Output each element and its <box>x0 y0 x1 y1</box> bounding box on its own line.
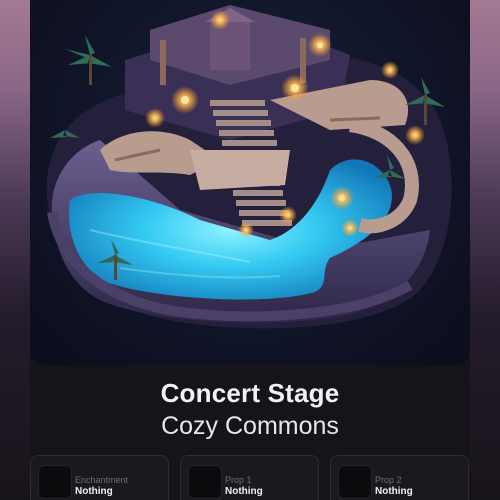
slot-value: Nothing <box>225 486 263 497</box>
island-stage-illustration <box>46 5 452 329</box>
slot-prop-2[interactable]: Prop 2 Nothing <box>330 455 469 500</box>
item-collection: Cozy Commons <box>161 412 339 440</box>
slot-label: Enchantment <box>75 475 129 485</box>
slot-value: Nothing <box>375 486 413 497</box>
slot-label: Prop 2 <box>375 475 402 485</box>
item-name: Concert Stage <box>160 378 340 408</box>
slot-value: Nothing <box>75 486 113 497</box>
slot-thumbnail <box>338 465 372 499</box>
slot-thumbnail <box>38 465 72 499</box>
item-artwork[interactable] <box>30 0 470 365</box>
slot-label: Prop 1 <box>225 475 252 485</box>
slot-thumbnail <box>188 465 222 499</box>
slot-prop-1[interactable]: Prop 1 Nothing <box>180 455 319 500</box>
slot-enchantment[interactable]: Enchantment Nothing <box>30 455 169 500</box>
item-card: Concert Stage Cozy Commons Enchantment N… <box>0 0 500 500</box>
